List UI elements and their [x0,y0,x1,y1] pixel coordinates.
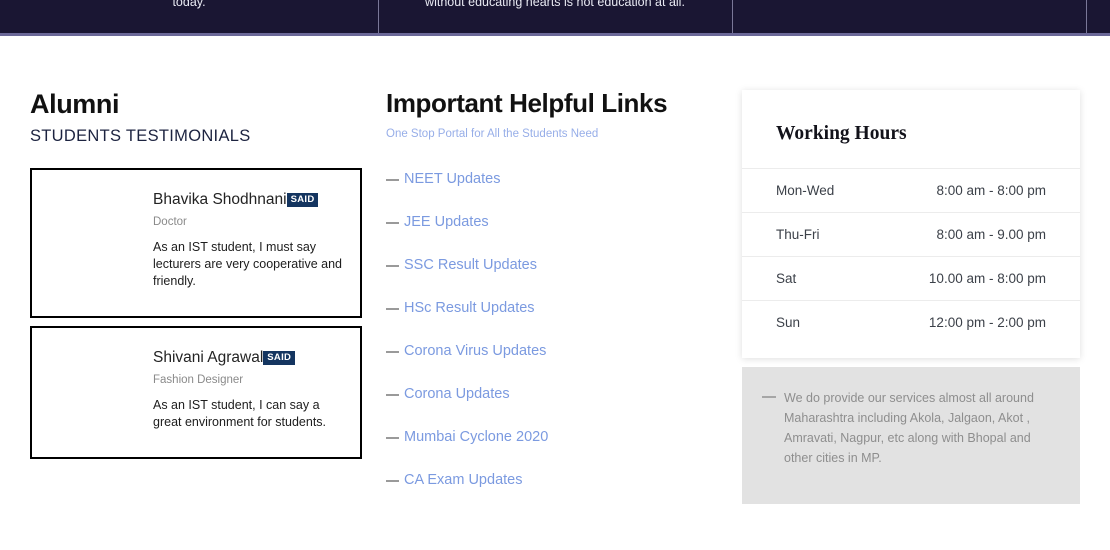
working-hours-card: Working Hours Mon-Wed 8:00 am - 8:00 pm … [742,90,1080,358]
working-hours-row: Sat 10.00 am - 8:00 pm [742,256,1080,300]
helpful-link-label[interactable]: CA Exam Updates [404,471,522,490]
top-quote-column-4 [1086,0,1110,33]
working-hours-section: Working Hours Mon-Wed 8:00 am - 8:00 pm … [742,90,1080,504]
top-quote-bar: today. without educating hearts is not e… [0,0,1110,36]
helpful-links-list: NEET Updates JEE Updates SSC Result Upda… [386,169,716,491]
testimonial-name: Bhavika Shodhnani [153,191,287,208]
helpful-link-item[interactable]: HSc Result Updates [386,298,716,319]
dash-icon [386,350,399,353]
helpful-link-label[interactable]: SSC Result Updates [404,256,537,275]
dash-icon [762,396,776,398]
helpful-link-label[interactable]: Mumbai Cyclone 2020 [404,428,548,447]
said-badge: SAID [263,351,296,365]
alumni-subheading: STUDENTS TESTIMONIALS [30,127,251,145]
helpful-link-item[interactable]: CA Exam Updates [386,470,716,491]
testimonial-card[interactable]: Bhavika Shodhnani SAID Doctor As an IST s… [30,168,362,318]
helpful-links-subheading: One Stop Portal for All the Students Nee… [386,128,599,140]
working-hours-row: Mon-Wed 8:00 am - 8:00 pm [742,168,1080,212]
top-quote-divider-2 [732,0,733,33]
helpful-link-label[interactable]: NEET Updates [404,170,500,189]
alumni-section: Alumni STUDENTS TESTIMONIALS Bhavika Sho… [30,88,362,459]
helpful-link-label[interactable]: Corona Updates [404,385,510,404]
top-quote-text-2: without educating hearts is not educatio… [425,0,685,9]
helpful-links-heading: Important Helpful Links [386,88,668,118]
working-hours-day: Thu-Fri [776,226,820,242]
testimonial-name-row: Shivani Agrawal SAID [153,348,342,368]
working-hours-row: Thu-Fri 8:00 am - 9.00 pm [742,212,1080,256]
testimonial-quote: As an IST student, I must say lecturers … [153,240,342,288]
service-area-notice: We do provide our services almost all ar… [742,367,1080,504]
dash-icon [386,479,399,482]
top-quote-column-1: today. [0,0,378,33]
testimonial-role: Doctor [153,216,187,228]
top-quote-text-1: today. [172,0,206,9]
working-hours-time: 12:00 pm - 2:00 pm [928,314,1046,330]
helpful-link-item[interactable]: Corona Virus Updates [386,341,716,362]
working-hours-header: Working Hours [742,90,1080,168]
dash-icon [386,436,399,439]
helpful-link-label[interactable]: HSc Result Updates [404,299,535,318]
top-quote-column-2: without educating hearts is not educatio… [378,0,732,33]
working-hours-title: Working Hours [776,123,907,144]
helpful-link-item[interactable]: NEET Updates [386,169,716,190]
testimonial-name-row: Bhavika Shodhnani SAID [153,190,342,210]
testimonial-quote: As an IST student, I can say a great env… [153,398,327,429]
said-badge: SAID [286,193,319,207]
top-quote-column-3 [732,0,1086,33]
helpful-link-label[interactable]: JEE Updates [404,213,489,232]
working-hours-row: Sun 12:00 pm - 2:00 pm [742,300,1080,344]
dash-icon [386,393,399,396]
page-content: Alumni STUDENTS TESTIMONIALS Bhavika Sho… [0,36,1110,550]
working-hours-day: Sun [776,314,801,330]
helpful-link-item[interactable]: Corona Updates [386,384,716,405]
dash-icon [386,221,399,224]
top-quote-divider-1 [378,0,379,33]
alumni-heading: Alumni [30,89,120,119]
testimonial-name: Shivani Agrawal [153,349,264,366]
testimonial-card[interactable]: Shivani Agrawal SAID Fashion Designer As … [30,326,362,459]
top-quote-divider-3 [1086,0,1087,33]
testimonial-body: Bhavika Shodhnani SAID Doctor As an IST s… [50,190,342,290]
working-hours-time: 8:00 am - 9.00 pm [936,226,1046,242]
helpful-link-item[interactable]: SSC Result Updates [386,255,716,276]
testimonial-list: Bhavika Shodhnani SAID Doctor As an IST s… [30,168,362,459]
working-hours-day: Mon-Wed [776,182,835,198]
dash-icon [386,307,399,310]
helpful-links-section: Important Helpful Links One Stop Portal … [386,88,716,513]
helpful-link-item[interactable]: JEE Updates [386,212,716,233]
dash-icon [386,264,399,267]
testimonial-role: Fashion Designer [153,374,244,386]
helpful-link-label[interactable]: Corona Virus Updates [404,342,546,361]
testimonial-body: Shivani Agrawal SAID Fashion Designer As … [50,348,342,431]
working-hours-time: 10.00 am - 8:00 pm [928,270,1046,286]
working-hours-time: 8:00 am - 8:00 pm [936,182,1046,198]
working-hours-day: Sat [776,270,797,286]
helpful-link-item[interactable]: Mumbai Cyclone 2020 [386,427,716,448]
service-area-notice-text: We do provide our services almost all ar… [784,391,1034,465]
dash-icon [386,178,399,181]
